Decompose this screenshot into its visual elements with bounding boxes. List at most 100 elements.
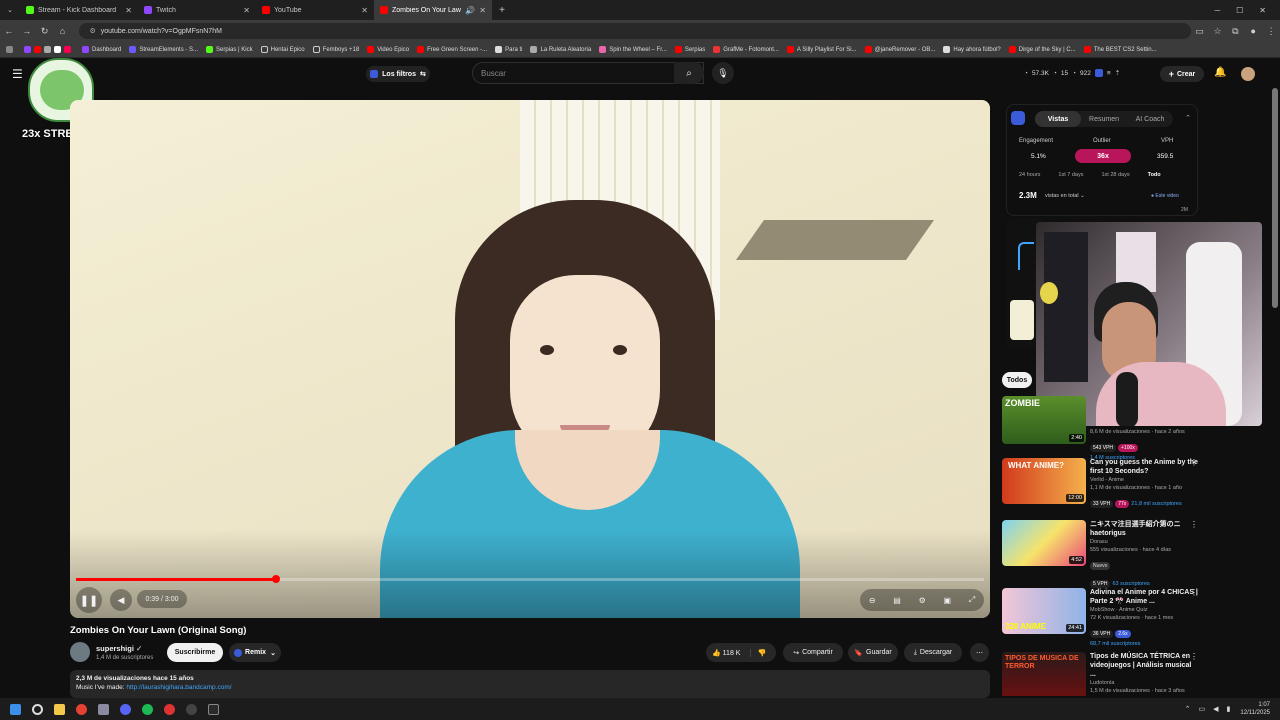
discord-icon[interactable] [114,698,136,720]
progress-track[interactable] [76,575,984,583]
tab-ai-coach[interactable]: AI Coach [1127,111,1173,127]
tab-vistas[interactable]: Vistas [1035,111,1081,127]
bookmark-folder[interactable]: Femboys +18 [312,46,359,53]
video-thumbnail[interactable]: 320 ANIME 24:41 [1002,588,1086,634]
bookmark-item[interactable]: StreamElements - S... [129,46,198,53]
video-thumbnail[interactable]: TIPOS DE MUSICA DE TERROR [1002,652,1086,696]
tab-resumen[interactable]: Resumen [1081,111,1127,127]
bookmark-folder[interactable]: Hentai Epico [260,46,305,53]
share-button[interactable]: ↪ Compartir [783,643,843,662]
bookmark-item[interactable]: Free Green Screen -... [417,46,487,53]
video-player[interactable]: ❚❚ ◀ 0:39 / 3:00 ⊖ ▤ ⚙ ▣ ⤢ [70,100,990,618]
remix-button[interactable]: Remix ⌄ [229,643,281,662]
video-thumbnail[interactable]: WHAT ANIME? 12:00 [1002,458,1086,504]
close-icon[interactable]: ✕ [243,6,250,15]
close-icon[interactable]: ✕ [479,6,486,15]
page-scrollbar[interactable] [1272,88,1278,308]
spotify-icon[interactable] [136,698,158,720]
bookmark-item[interactable]: A Silly Playlist For Si... [786,46,857,53]
start-icon[interactable] [4,698,26,720]
bookmark-item[interactable]: La Ruleta Aleatoria [530,46,591,53]
close-icon[interactable]: ✕ [361,6,368,15]
forward-icon[interactable]: → [18,26,36,36]
autoplay-toggle[interactable]: ⊖ [869,596,876,605]
tab-kick[interactable]: Stream - Kick Dashboard ✕ [20,0,138,20]
install-icon[interactable]: ▭ [1191,26,1209,37]
total-views-dropdown[interactable]: vistas en total ⌄ [1045,193,1085,199]
bookmark-item[interactable]: @janeRemover - OB... [864,46,935,53]
menu-icon[interactable]: ⋮ [1262,26,1280,37]
maximize-icon[interactable]: ☐ [1236,6,1243,15]
search-icon[interactable] [26,698,48,720]
list-item[interactable]: 4:52 ニキスマ注目選手紹介第のニ haetorigus Dorasu 555… [1002,520,1198,588]
more-icon[interactable]: ⋮ [1190,458,1198,467]
range-24h[interactable]: 24 hours [1019,172,1040,178]
chrome-icon[interactable] [70,698,92,720]
progress-scrubber[interactable] [271,575,280,583]
tab-search-button[interactable]: ⌄ [0,0,20,20]
bookmark-item[interactable]: Dirge of the Sky | C... [1008,46,1076,53]
file-explorer-icon[interactable] [48,698,70,720]
subscribe-button[interactable]: Suscribirme [167,643,223,662]
site-info-icon[interactable]: ⚙ [89,27,95,35]
bookmark-icons[interactable] [24,46,74,53]
bookmark-item[interactable]: Serpias [674,46,705,53]
description-box[interactable]: 2,3 M de visualizaciones hace 15 años Mu… [70,670,990,698]
list-item[interactable]: WHAT ANIME? 12:00 Can you guess the Anim… [1002,458,1198,512]
description-link[interactable]: http://laurashigihara.bandcamp.com/ [126,684,231,691]
tray-chevron-icon[interactable]: ⌃ [1185,705,1191,713]
profile-icon[interactable]: ● [1244,26,1262,36]
extension-icon[interactable] [1094,69,1103,77]
tab-zombies[interactable]: Zombies On Your Lawn (O...🔊✕ [374,0,492,20]
bookmark-item[interactable]: The BEST CS2 Settin... [1083,46,1157,53]
collapse-icon[interactable]: ⌃ [1185,114,1191,122]
bookmark-item[interactable]: Dashboard [82,46,121,53]
bookmark-item[interactable]: Hay ahora fútbol? [943,46,1001,53]
list-item[interactable]: 320 ANIME 24:41 Adivina el Anime por 4 C… [1002,588,1198,647]
dislike-button[interactable]: 👎 [750,648,766,657]
voice-search-button[interactable]: 🎙 [712,62,734,84]
volume-button[interactable]: ◀ [110,589,132,611]
list-item[interactable]: TIPOS DE MUSICA DE TERROR Tipos de MÚSIC… [1002,652,1198,696]
volume-icon[interactable]: ◀ [1213,705,1218,713]
battery-icon[interactable]: ▮ [1227,705,1231,713]
record-icon[interactable] [158,698,180,720]
bookmark-item[interactable]: Video Epico [367,46,409,53]
obs-icon[interactable] [180,698,202,720]
close-icon[interactable]: ✕ [125,6,132,15]
app-icon[interactable] [92,698,114,720]
reload-icon[interactable]: ↻ [36,26,54,37]
avatar[interactable] [1241,67,1255,81]
tab-twitch[interactable]: Twitch ✕ [138,0,256,20]
channel-avatar[interactable] [70,642,90,662]
clock[interactable]: 1:07 12/11/2025 [1240,701,1270,717]
create-button[interactable]: + Crear [1160,66,1204,82]
settings-icon[interactable]: ⚙ [919,596,926,605]
fullscreen-icon[interactable]: ⤢ [969,595,975,605]
bookmark-item[interactable]: Spin the Wheel – Fr... [599,46,667,53]
range-7d[interactable]: 1st 7 days [1058,172,1083,178]
like-button[interactable]: 👍 118 K [712,649,740,657]
more-icon[interactable]: ⋮ [1190,588,1198,597]
video-thumbnail[interactable]: ZOMBIE 2:40 [1002,396,1086,444]
url-input[interactable]: ⚙ youtube.com/watch?v=OgpMFsnN7hM [79,23,1191,39]
filters-button[interactable]: Los filtros ⇆ [366,66,430,82]
window-close-icon[interactable]: ✕ [1259,6,1266,15]
more-icon[interactable]: ⋮ [1190,520,1198,529]
new-tab-button[interactable]: + [492,0,512,20]
save-button[interactable]: 🔖 Guardar [848,643,898,662]
chip-todos[interactable]: Todos [1002,372,1032,388]
channel-name[interactable]: supershigi ✓ [96,644,142,653]
home-icon[interactable]: ⌂ [54,26,72,36]
bookmark-star-icon[interactable]: ☆ [1209,26,1227,37]
bookmark-item[interactable]: Serpias | Kick [206,46,253,53]
minimize-icon[interactable]: ─ [1214,6,1220,15]
terminal-icon[interactable] [202,698,224,720]
audio-icon[interactable]: 🔊 [465,6,475,15]
download-button[interactable]: ⤓ Descargar [904,643,962,662]
extensions-icon[interactable]: ⧉ [1226,26,1244,37]
notifications-icon[interactable]: 🔔 [1214,67,1226,78]
sort-icon[interactable]: ⇡ [1115,69,1120,77]
range-all[interactable]: Todo [1148,172,1161,178]
apps-icon[interactable] [6,46,16,53]
